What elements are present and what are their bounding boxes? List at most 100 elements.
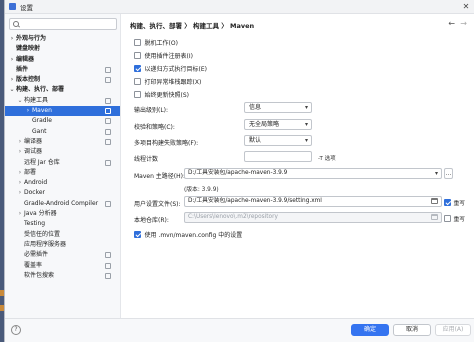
offline-checkbox[interactable] [134, 39, 141, 46]
chevron-right-icon[interactable]: › [17, 188, 23, 198]
chevron-down-icon: ▾ [304, 104, 308, 111]
sidebar-item-testing[interactable]: Testing [5, 219, 120, 229]
sidebar-item-build-tools[interactable]: ⌄ 构建工具 [5, 96, 120, 106]
sidebar-item-label: 插件 [16, 65, 29, 73]
chevron-right-icon[interactable]: › [17, 209, 23, 219]
window-title: 设置 [20, 3, 33, 12]
user-settings-label: 用户设置文件(S): [134, 201, 181, 208]
browse-button[interactable]: … [444, 168, 453, 179]
sidebar-item-package-search[interactable]: 软件包搜索 [5, 271, 120, 281]
plugin-registry-checkbox-row[interactable]: 使用插件注册表(I) [134, 51, 193, 60]
local-repo-override[interactable]: 重写 [444, 214, 465, 223]
search-icon [13, 20, 20, 28]
chevron-right-icon[interactable]: › [17, 168, 23, 178]
checkbox-label: 打印异常堆栈跟踪(X) [144, 79, 202, 86]
sidebar-item-java-profiler[interactable]: › Java 分析器 [5, 209, 120, 219]
sidebar-item-label: 键盘映射 [16, 45, 41, 53]
back-arrow-icon[interactable]: ← [448, 19, 455, 28]
select-value: 无全局策略 [249, 121, 280, 128]
offline-checkbox-row[interactable]: 脱机工作(O) [134, 38, 178, 47]
local-repo-input[interactable]: C:\Users\lenovo\.m2\repository [184, 212, 442, 223]
sidebar-item-maven[interactable]: › Maven [5, 106, 120, 117]
sidebar-item-coverage[interactable]: 覆盖率 [5, 261, 120, 271]
chevron-down-icon[interactable]: ⌄ [17, 96, 23, 106]
sidebar-item-label: 应用程序服务器 [24, 240, 67, 248]
sidebar-item-remote-jar[interactable]: 远程 Jar 仓库 [5, 158, 120, 168]
thread-count-label: 线程计数 [134, 156, 159, 163]
checksum-policy-select[interactable]: 无全局策略 ▾ [244, 119, 312, 130]
multiproject-fail-select[interactable]: 默认 ▾ [244, 135, 312, 146]
settings-scope-icon [105, 108, 111, 115]
use-maven-config-row[interactable]: 使用 .mvn/maven.config 中的设置 [134, 230, 242, 239]
chevron-right-icon[interactable]: › [25, 106, 31, 116]
sidebar-item-label: 必需插件 [24, 251, 49, 259]
chevron-right-icon[interactable]: › [17, 137, 23, 147]
recursive-checkbox-row[interactable]: 以递归方式执行目标(E) [134, 64, 207, 73]
sidebar-item-label: 编辑器 [16, 55, 35, 63]
stacktrace-checkbox-row[interactable]: 打印异常堆栈跟踪(X) [134, 77, 201, 86]
settings-scope-icon [105, 262, 111, 269]
help-icon[interactable]: ? [11, 325, 21, 335]
thread-count-input[interactable] [244, 151, 312, 162]
sidebar-item-android[interactable]: › Android [5, 178, 120, 188]
update-snapshots-checkbox-row[interactable]: 始终更新快照(S) [134, 90, 189, 99]
chevron-right-icon[interactable]: › [9, 34, 15, 44]
sidebar-item-keymap[interactable]: 键盘映射 [5, 44, 120, 54]
chevron-down-icon[interactable]: ⌄ [9, 85, 15, 95]
chevron-right-icon[interactable]: › [9, 75, 15, 85]
sidebar-item-deployment[interactable]: › 部署 [5, 168, 120, 178]
chevron-right-icon[interactable]: › [9, 55, 15, 65]
breadcrumb: 构建、执行、部署 〉 构建工具 〉 Maven [130, 22, 255, 30]
plugin-registry-checkbox[interactable] [134, 52, 141, 59]
sidebar-item-editor[interactable]: › 编辑器 [5, 55, 120, 65]
stacktrace-checkbox[interactable] [134, 78, 141, 85]
settings-sidebar: › 外观与行为 键盘映射 › 编辑器 插件 › 版本控制 ⌄ 构建、执行、部署 … [5, 14, 121, 318]
sidebar-item-appearance[interactable]: › 外观与行为 [5, 34, 120, 44]
sidebar-item-label: 软件包搜索 [24, 271, 55, 279]
sidebar-item-label: Testing [24, 220, 46, 228]
sidebar-item-label: Gradle [32, 117, 52, 125]
sidebar-item-debugger[interactable]: › 调试器 [5, 147, 120, 157]
cancel-button[interactable]: 取消 [393, 324, 431, 336]
settings-scope-icon [105, 66, 111, 73]
output-level-select[interactable]: 信息 ▾ [244, 102, 312, 113]
use-maven-config-checkbox[interactable] [134, 231, 141, 238]
sidebar-item-app-servers[interactable]: 应用程序服务器 [5, 240, 120, 250]
forward-arrow-icon[interactable]: → [460, 19, 467, 28]
sidebar-item-build[interactable]: ⌄ 构建、执行、部署 [5, 85, 120, 95]
chevron-right-icon[interactable]: › [17, 178, 23, 188]
maven-home-select[interactable]: D:/工具安装包/apache-maven-3.9.9 ▾ [184, 168, 442, 179]
sidebar-item-label: Docker [24, 189, 46, 197]
checkbox-label: 以递归方式执行目标(E) [144, 66, 207, 73]
ok-button[interactable]: 确定 [351, 324, 389, 336]
local-repo-override-checkbox[interactable] [444, 215, 451, 222]
apply-button[interactable]: 应用(A) [435, 324, 471, 336]
user-settings-override-checkbox[interactable] [444, 199, 451, 206]
chevron-down-icon: ▾ [434, 170, 438, 177]
sidebar-item-label: Maven [32, 107, 52, 115]
sidebar-item-compiler[interactable]: › 编译器 [5, 137, 120, 147]
user-settings-input[interactable]: D:/工具安装包/apache-maven-3.9.9/setting.xml [184, 196, 442, 207]
close-icon[interactable]: ✕ [461, 2, 471, 12]
sidebar-item-gant[interactable]: Gant [5, 127, 120, 137]
app-icon [9, 3, 16, 10]
checkbox-label: 脱机工作(O) [144, 40, 178, 47]
folder-icon[interactable] [431, 214, 438, 220]
folder-icon[interactable] [431, 198, 438, 204]
sidebar-item-required-plugins[interactable]: 必需插件 [5, 250, 120, 260]
sidebar-item-gradle[interactable]: Gradle [5, 116, 120, 126]
checksum-policy-label: 校验和策略(C): [134, 124, 175, 131]
output-level-label: 输出级别(L): [134, 107, 169, 114]
chevron-right-icon[interactable]: › [17, 147, 23, 157]
sidebar-item-vcs[interactable]: › 版本控制 [5, 75, 120, 85]
checkbox-label: 使用插件注册表(I) [144, 53, 193, 60]
sidebar-item-trusted-locations[interactable]: 受信任的位置 [5, 230, 120, 240]
sidebar-item-docker[interactable]: › Docker [5, 188, 120, 198]
title-bar: 设置 ✕ [5, 0, 474, 14]
recursive-checkbox[interactable] [134, 65, 141, 72]
sidebar-item-gradle-android[interactable]: Gradle-Android Compiler [5, 199, 120, 209]
search-input[interactable] [9, 18, 117, 30]
user-settings-override[interactable]: 重写 [444, 198, 465, 207]
update-snapshots-checkbox[interactable] [134, 91, 141, 98]
sidebar-item-plugins[interactable]: 插件 [5, 65, 120, 75]
